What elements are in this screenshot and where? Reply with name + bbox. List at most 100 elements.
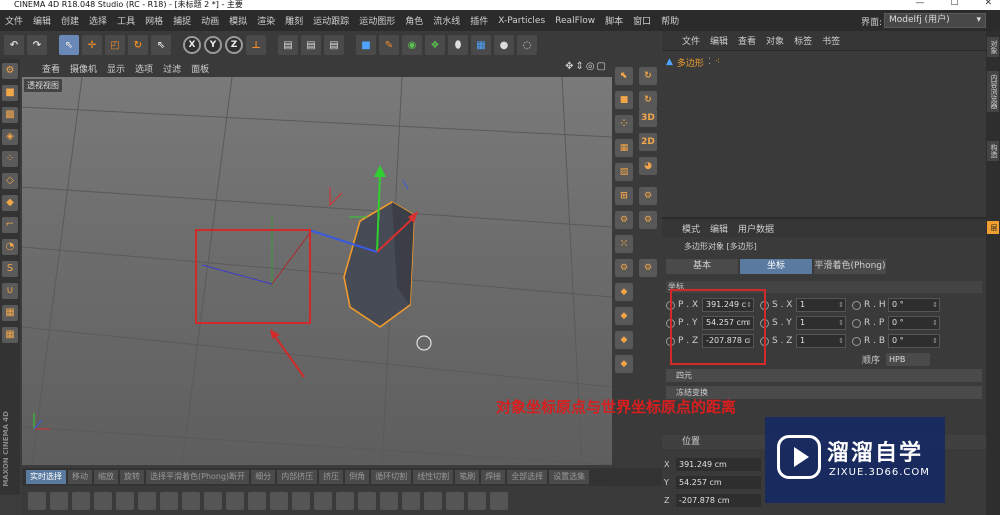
- menu-mograph[interactable]: 运动图形: [354, 14, 400, 27]
- cmd-phong-break[interactable]: 选择平滑着色(Phong)断开: [146, 470, 250, 484]
- position-y-field[interactable]: 54.257 cm: [676, 475, 761, 489]
- subdivision-surface-icon[interactable]: ◉: [402, 35, 422, 55]
- redo-icon[interactable]: ↷: [27, 35, 47, 55]
- workplane-icon[interactable]: ▦: [2, 305, 18, 321]
- tool-icon[interactable]: [50, 492, 68, 510]
- cmd-weld[interactable]: 焊接: [481, 470, 506, 484]
- workplane-mode-icon[interactable]: ◈: [2, 129, 18, 145]
- menu-sculpt[interactable]: 雕刻: [280, 14, 308, 27]
- cmd-select-all[interactable]: 全部选择: [507, 470, 548, 484]
- array-icon[interactable]: ❖: [425, 35, 445, 55]
- tool-icon[interactable]: [94, 492, 112, 510]
- position-x-field[interactable]: 391.249 cm: [676, 457, 761, 471]
- close-button[interactable]: ✕: [984, 0, 992, 8]
- material-icon[interactable]: ◆: [615, 283, 633, 301]
- menu-render[interactable]: 渲染: [252, 14, 280, 27]
- tool-icon[interactable]: [292, 492, 310, 510]
- y-axis-lock-button[interactable]: Y: [204, 36, 222, 54]
- 3d-paint-icon[interactable]: 3D: [639, 109, 657, 127]
- tab-phong[interactable]: 平滑着色(Phong): [814, 259, 886, 274]
- tool-icon[interactable]: [182, 492, 200, 510]
- om-menu-tags[interactable]: 标签: [794, 34, 812, 47]
- cmd-live-select[interactable]: 实时选择: [26, 470, 66, 484]
- weld-icon[interactable]: ⚙: [615, 211, 633, 229]
- pen-spline-icon[interactable]: ✎: [379, 35, 399, 55]
- am-menu-mode[interactable]: 模式: [682, 222, 700, 235]
- cmd-brush[interactable]: 笔刷: [455, 470, 480, 484]
- menu-edit[interactable]: 编辑: [28, 14, 56, 27]
- object-name[interactable]: 多边形: [677, 56, 704, 69]
- tab-basic[interactable]: 基本: [666, 259, 738, 274]
- grid-icon[interactable]: ▦: [2, 327, 18, 343]
- om-menu-view[interactable]: 查看: [738, 34, 756, 47]
- visibility-icon[interactable]: ⁚: [708, 57, 711, 67]
- deformer-icon[interactable]: ⬮: [448, 35, 468, 55]
- om-menu-edit[interactable]: 编辑: [710, 34, 728, 47]
- keyframe-icon[interactable]: [852, 336, 861, 346]
- knife-icon[interactable]: ↻: [639, 91, 657, 109]
- select-tool-icon[interactable]: ⇖: [59, 35, 79, 55]
- coordinate-system-icon[interactable]: ⊥: [246, 35, 266, 55]
- polygons-mode-icon[interactable]: ◆: [2, 195, 18, 211]
- move-tool-icon[interactable]: ✛: [82, 35, 102, 55]
- light-icon[interactable]: ◌: [517, 35, 537, 55]
- layout-dropdown[interactable]: Modelfj (用户) ▾: [884, 13, 986, 28]
- tweak-mode-icon[interactable]: ◔: [2, 239, 18, 255]
- viewport-menu-filter[interactable]: 过滤: [163, 62, 181, 75]
- tool-icon[interactable]: [490, 492, 508, 510]
- om-menu-object[interactable]: 对象: [766, 34, 784, 47]
- tool-icon[interactable]: [160, 492, 178, 510]
- viewport-navigation-icons[interactable]: ✥⇕◎▢: [565, 61, 608, 72]
- tool-icon[interactable]: [468, 492, 486, 510]
- om-menu-bookmarks[interactable]: 书签: [822, 34, 840, 47]
- menu-realflow[interactable]: RealFlow: [550, 16, 600, 26]
- rot-p-field[interactable]: 0 °: [888, 316, 940, 330]
- menu-script[interactable]: 脚本: [600, 14, 628, 27]
- tag-icon[interactable]: ⁖: [715, 57, 720, 67]
- polish-icon[interactable]: ⚙: [639, 259, 657, 277]
- quaternion-fold[interactable]: 四元: [666, 369, 982, 382]
- tool-icon[interactable]: [446, 492, 464, 510]
- selection-tool-icon[interactable]: ⬉: [615, 67, 633, 85]
- menu-plugins[interactable]: 插件: [465, 14, 493, 27]
- viewport-menu-panel[interactable]: 面板: [191, 62, 209, 75]
- menu-window[interactable]: 窗口: [628, 14, 656, 27]
- render-view-icon[interactable]: ▤: [278, 35, 298, 55]
- axis-mode-icon[interactable]: ⌐: [2, 217, 18, 233]
- material-icon-4[interactable]: ◆: [615, 355, 633, 373]
- scale-tool-icon[interactable]: ◰: [105, 35, 125, 55]
- menu-x-particles[interactable]: X-Particles: [493, 16, 550, 26]
- camera-icon[interactable]: ●: [494, 35, 514, 55]
- z-axis-lock-button[interactable]: Z: [225, 36, 243, 54]
- viewport-menu-view[interactable]: 查看: [42, 62, 60, 75]
- tool-icon[interactable]: [226, 492, 244, 510]
- brush-icon[interactable]: ⁙: [615, 235, 633, 253]
- menu-create[interactable]: 创建: [56, 14, 84, 27]
- tool-icon[interactable]: [28, 492, 46, 510]
- cmd-extrude-inner[interactable]: 内部挤压: [277, 470, 318, 484]
- position-z-field[interactable]: -207.878 cm: [676, 493, 761, 507]
- menu-animate[interactable]: 动画: [196, 14, 224, 27]
- order-dropdown[interactable]: HPB: [886, 353, 931, 366]
- tool-icon[interactable]: [138, 492, 156, 510]
- model-mode-icon[interactable]: ■: [2, 85, 18, 101]
- tool-icon[interactable]: [402, 492, 420, 510]
- minimize-button[interactable]: —: [915, 0, 924, 8]
- snap-icon[interactable]: S: [2, 261, 18, 277]
- tool-icon[interactable]: [336, 492, 354, 510]
- tool-icon[interactable]: [204, 492, 222, 510]
- viewport-menu-camera[interactable]: 摄像机: [70, 62, 97, 75]
- cube-icon[interactable]: ■: [356, 35, 376, 55]
- texture-mode-icon[interactable]: ▩: [2, 107, 18, 123]
- extrude-icon[interactable]: ▨: [615, 163, 633, 181]
- keyframe-icon[interactable]: [852, 300, 861, 310]
- side-tab-layers[interactable]: 层: [987, 221, 999, 234]
- keyframe-icon[interactable]: [852, 318, 861, 328]
- cmd-loop-cut[interactable]: 循环切割: [371, 470, 412, 484]
- menu-help[interactable]: 帮助: [656, 14, 684, 27]
- tool-icon[interactable]: [72, 492, 90, 510]
- points-mode-icon[interactable]: ⁘: [2, 151, 18, 167]
- recent-tool-icon[interactable]: ⇖: [151, 35, 171, 55]
- rot-b-field[interactable]: 0 °: [888, 334, 940, 348]
- side-tab-content-browser[interactable]: 内容浏览器: [987, 71, 999, 112]
